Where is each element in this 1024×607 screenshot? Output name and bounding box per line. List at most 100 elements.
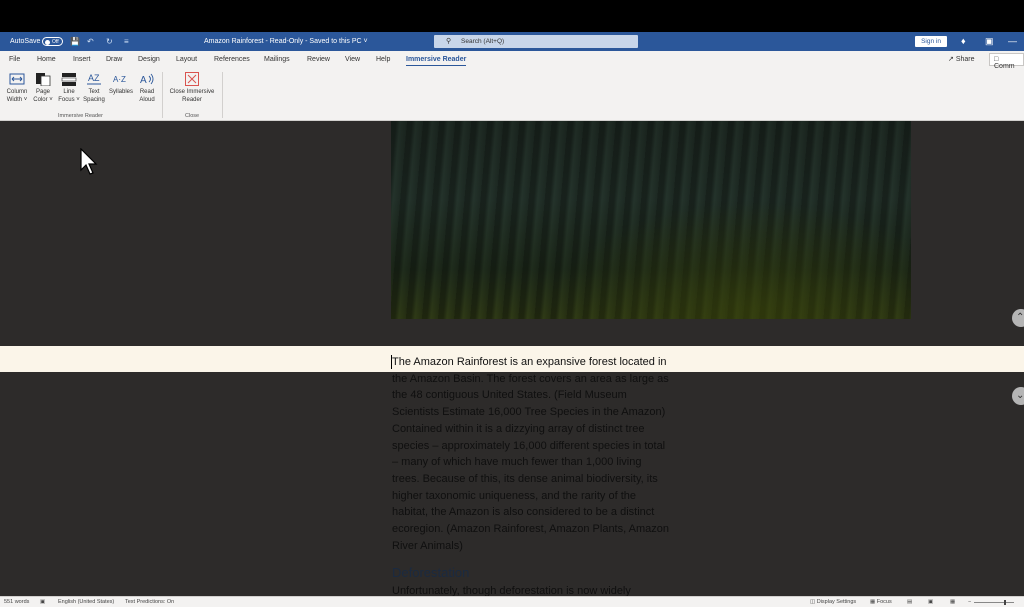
autosave-toggle[interactable]: Off <box>42 37 63 46</box>
paragraph-line: River Animals) <box>392 539 463 552</box>
paragraph-line: ecoregion. (Amazon Rainforest, Amazon Pl… <box>392 523 669 536</box>
tab-insert[interactable]: Insert <box>73 56 91 63</box>
column-width-line2: Width ˅ <box>6 97 28 103</box>
group-label-immersive-reader: Immersive Reader <box>58 113 103 119</box>
diamond-icon[interactable]: ♦ <box>961 36 966 46</box>
text-spacing-line2: Spacing <box>83 97 105 103</box>
share-label: Share <box>955 56 975 63</box>
scroll-down-button[interactable]: ⌄ <box>1012 387 1024 405</box>
ribbon-separator <box>222 72 223 118</box>
tab-draw[interactable]: Draw <box>106 56 122 63</box>
print-layout-icon[interactable]: ▣ <box>928 599 933 605</box>
tab-help[interactable]: Help <box>376 56 390 63</box>
column-width-button[interactable]: Column Width ˅ <box>3 72 31 104</box>
ribbon-display-icon[interactable]: ▣ <box>985 36 994 47</box>
close-reader-line2: Reader <box>182 97 202 103</box>
display-settings-label: Display Settings <box>816 599 857 605</box>
document-paragraph[interactable]: The Amazon Rainforest is an expansive fo… <box>392 354 682 554</box>
paragraph-line: Scientists Estimate 16,000 Tree Species … <box>392 406 666 419</box>
svg-text:AZ: AZ <box>88 73 100 83</box>
line-focus-line1: Line <box>63 89 75 95</box>
save-icon[interactable]: 💾 <box>70 37 80 46</box>
text-spacing-icon: AZ <box>87 73 101 85</box>
page-color-button[interactable]: Page Color ˅ <box>30 72 56 104</box>
read-aloud-line2: Aloud <box>139 97 155 103</box>
rainforest-image <box>391 121 911 319</box>
tab-view[interactable]: View <box>345 56 360 63</box>
column-width-line1: Column <box>6 89 28 95</box>
toggle-knob <box>45 39 50 45</box>
focus-icon: ▦ <box>870 599 876 605</box>
comments-button[interactable]: □ Comm <box>989 53 1024 70</box>
close-immersive-reader-button[interactable]: Close Immersive Reader <box>165 72 219 104</box>
read-aloud-line1: Read <box>139 89 155 95</box>
zoom-slider[interactable] <box>974 602 1014 603</box>
tab-mailings[interactable]: Mailings <box>264 56 290 63</box>
tab-home[interactable]: Home <box>37 56 56 63</box>
share-button[interactable]: ↗ Share <box>948 55 975 63</box>
page-color-icon <box>36 73 51 86</box>
share-icon: ↗ <box>948 56 954 63</box>
svg-text:A: A <box>140 75 147 86</box>
tab-design[interactable]: Design <box>138 56 160 63</box>
word-count[interactable]: 551 words <box>4 599 29 605</box>
svg-text:A·Z: A·Z <box>113 75 126 84</box>
chevron-up-icon: ⌃ <box>1016 312 1024 323</box>
paragraph-line: trees. Because of this, its dense animal… <box>392 472 658 485</box>
document-title[interactable]: Amazon Rainforest - Read-Only - Saved to… <box>204 38 368 45</box>
zoom-out-icon[interactable]: − <box>968 599 971 605</box>
web-layout-icon[interactable]: ▦ <box>950 599 955 605</box>
ribbon: Column Width ˅ Page Color ˅ Line Focus ˅… <box>0 68 1024 121</box>
tab-layout[interactable]: Layout <box>176 56 197 63</box>
minimize-icon[interactable]: — <box>1008 36 1017 46</box>
text-spacing-line1: Text <box>88 89 100 95</box>
scroll-up-button[interactable]: ⌃ <box>1012 309 1024 327</box>
ribbon-separator <box>162 72 163 118</box>
customize-qat-icon[interactable]: ≡ <box>124 37 129 46</box>
comment-icon: □ <box>994 56 999 63</box>
tab-references[interactable]: References <box>214 56 250 63</box>
zoom-slider-handle[interactable] <box>1004 600 1006 605</box>
sign-in-button[interactable]: Sign in <box>915 36 947 47</box>
tab-immersive-reader[interactable]: Immersive Reader <box>406 56 467 66</box>
paragraph-line: Unfortunately, though deforestation is n… <box>392 585 631 596</box>
paragraph-line: the Amazon Basin. The forest covers an a… <box>392 372 669 385</box>
text-spacing-button[interactable]: AZ Text Spacing <box>81 72 107 104</box>
undo-icon[interactable]: ↶ <box>87 37 94 46</box>
paragraph-line: – many of which have much fewer than 1,0… <box>392 456 642 469</box>
text-predictions-status[interactable]: Text Predictions: On <box>125 599 174 605</box>
close-icon <box>185 72 199 86</box>
document-canvas[interactable]: The Amazon Rainforest is an expansive fo… <box>0 121 1024 596</box>
read-mode-icon[interactable]: ▤ <box>907 599 912 605</box>
paragraph-line: Contained within it is a dizzying array … <box>392 422 645 435</box>
proofing-icon[interactable]: ▣ <box>40 599 45 605</box>
group-label-close: Close <box>185 113 200 119</box>
paragraph-line: species – approximately 16,000 different… <box>392 439 666 452</box>
chevron-down-icon: ⌄ <box>1016 390 1024 401</box>
search-input[interactable]: ⚲ Search (Alt+Q) <box>434 35 638 48</box>
focus-button[interactable]: ▦ Focus <box>870 599 892 605</box>
section-heading: Deforestation <box>392 565 470 580</box>
read-aloud-button[interactable]: A Read Aloud <box>135 72 159 104</box>
search-icon: ⚲ <box>446 38 452 45</box>
syllables-icon: A·Z <box>113 75 126 84</box>
tab-file[interactable]: File <box>9 56 20 63</box>
language-status[interactable]: English (United States) <box>58 599 114 605</box>
column-width-icon <box>9 73 25 85</box>
focus-label: Focus <box>876 599 892 605</box>
tab-review[interactable]: Review <box>307 56 330 63</box>
page-color-line2: Color ˅ <box>33 97 53 103</box>
close-reader-line1: Close Immersive <box>169 89 215 95</box>
syllables-button[interactable]: A·Z Syllables <box>106 72 136 96</box>
redo-icon[interactable]: ↻ <box>106 37 113 46</box>
focused-line: The Amazon Rainforest is an expansive fo… <box>392 356 667 368</box>
autosave-label: AutoSave <box>10 38 41 45</box>
line-focus-icon <box>61 73 77 86</box>
line-focus-line2: Focus ˅ <box>58 97 80 103</box>
read-aloud-icon: A <box>140 73 154 86</box>
page-color-line1: Page <box>35 89 50 95</box>
display-settings-button[interactable]: ◫ Display Settings <box>810 599 856 605</box>
line-focus-button[interactable]: Line Focus ˅ <box>56 72 82 104</box>
ribbon-tab-bar: File Home Insert Draw Design Layout Refe… <box>0 51 1024 70</box>
mouse-pointer-icon <box>80 148 98 175</box>
